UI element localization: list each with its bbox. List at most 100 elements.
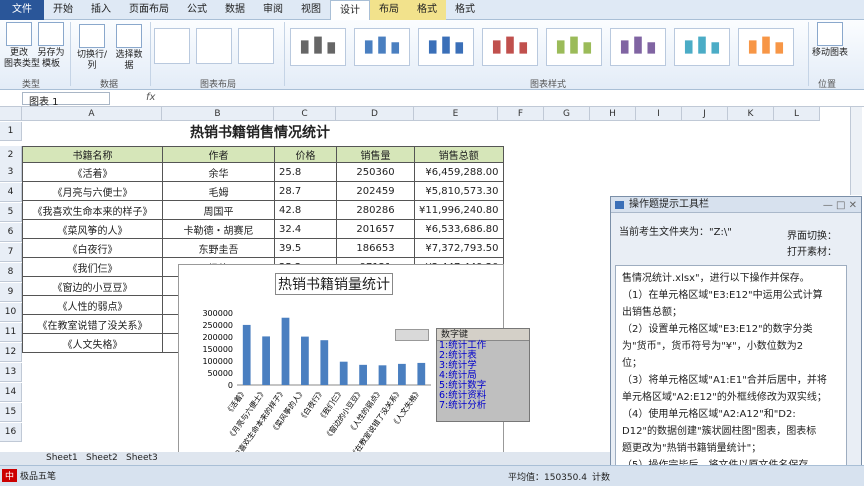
chart-bar[interactable]	[339, 361, 348, 385]
table-cell[interactable]: 《我喜欢生命本来的样子》	[22, 200, 163, 220]
table-cell[interactable]: 186653	[336, 238, 415, 258]
tab-3[interactable]: 页面布局	[120, 0, 178, 20]
row-header[interactable]: 16	[0, 423, 22, 442]
table-cell[interactable]: ¥5,810,573.30	[414, 181, 504, 201]
row-header[interactable]: 14	[0, 383, 22, 402]
table-cell[interactable]: 202459	[336, 181, 415, 201]
chart-style-1[interactable]	[290, 28, 346, 66]
row-header[interactable]: 15	[0, 403, 22, 422]
chart-bar[interactable]	[398, 363, 406, 385]
chart-bar[interactable]	[417, 362, 426, 385]
table-header-cell[interactable]: 作者	[162, 146, 275, 163]
tab-8[interactable]: 设计	[330, 0, 370, 20]
switch-row-col-button[interactable]: 切换行/列	[74, 24, 110, 72]
table-header-cell[interactable]: 销售总额	[414, 146, 504, 163]
save-template-button[interactable]: 另存为 模板	[36, 22, 66, 70]
table-cell[interactable]: ¥6,459,288.00	[414, 162, 504, 182]
ime-status-icon[interactable]: 中	[2, 469, 18, 482]
sheet-tab[interactable]: Sheet3	[126, 453, 158, 463]
column-header[interactable]: K	[728, 107, 774, 121]
chart-bar[interactable]	[242, 324, 251, 385]
row-header[interactable]: 7	[0, 243, 22, 262]
column-header[interactable]: F	[498, 107, 544, 121]
sheet-title[interactable]: 热销书籍销售情况统计	[22, 122, 498, 144]
chart-bar[interactable]	[281, 317, 290, 385]
table-cell[interactable]: 39.5	[274, 238, 337, 258]
select-data-button[interactable]: 选择数据	[112, 24, 146, 72]
chart-bar[interactable]	[378, 365, 387, 385]
table-cell[interactable]: ¥6,533,686.80	[414, 219, 504, 239]
tab-1[interactable]: 开始	[44, 0, 82, 20]
table-cell[interactable]: 25.8	[274, 162, 337, 182]
table-cell[interactable]: 《月亮与六便士》	[22, 181, 163, 201]
table-cell[interactable]: 《人文失格》	[22, 333, 163, 353]
column-header[interactable]: J	[682, 107, 728, 121]
table-header-cell[interactable]: 销售量	[336, 146, 415, 163]
ime-candidate-window[interactable]: 数字键 1:统计工作 2:统计表 3:统计学 4:统计局 5:统计数字 6:统计资料 7:统…	[436, 328, 530, 422]
ime-candidate[interactable]: 7:统计分析	[437, 401, 529, 411]
chart-style-3[interactable]	[418, 28, 474, 66]
hint-toolbar-panel[interactable]: 操作题提示工具栏 — □ ✕ 当前考生文件夹为："Z:\" 界面切换： 打开素材…	[610, 196, 862, 486]
table-cell[interactable]: 《我们仨》	[22, 257, 163, 277]
table-cell[interactable]: 201657	[336, 219, 415, 239]
open-material-label[interactable]: 打开素材：	[787, 243, 837, 258]
table-header-cell[interactable]: 书籍名称	[22, 146, 163, 163]
table-cell[interactable]: 250360	[336, 162, 415, 182]
table-cell[interactable]: ¥7,372,793.50	[414, 238, 504, 258]
name-box[interactable]: 图表 1	[22, 92, 110, 108]
tab-10[interactable]: 格式	[408, 0, 446, 20]
panel-window-controls[interactable]: — □ ✕	[823, 198, 857, 214]
table-cell[interactable]: 《白夜行》	[22, 238, 163, 258]
chart-style-6[interactable]	[610, 28, 666, 66]
select-all-corner[interactable]	[0, 107, 22, 121]
tab-0[interactable]: 文件	[0, 0, 44, 20]
table-cell[interactable]: 《在教室说错了没关系》	[22, 314, 163, 334]
ui-switch-label[interactable]: 界面切换：	[787, 227, 837, 242]
ime-name[interactable]: 极品五笔	[20, 469, 56, 482]
row-header[interactable]: 13	[0, 363, 22, 382]
column-header[interactable]: A	[22, 107, 162, 121]
layout-option-1[interactable]	[154, 28, 190, 64]
table-cell[interactable]: 周国平	[162, 200, 275, 220]
chart-style-8[interactable]	[738, 28, 794, 66]
row-header[interactable]: 12	[0, 343, 22, 362]
table-cell[interactable]: 余华	[162, 162, 275, 182]
table-cell[interactable]: 毛姆	[162, 181, 275, 201]
table-cell[interactable]: 《窗边的小豆豆》	[22, 276, 163, 296]
tab-4[interactable]: 公式	[178, 0, 216, 20]
column-header[interactable]: H	[590, 107, 636, 121]
column-header[interactable]: E	[414, 107, 498, 121]
table-cell[interactable]: 《菜风筝的人》	[22, 219, 163, 239]
table-cell[interactable]: 28.7	[274, 181, 337, 201]
row-header[interactable]: 4	[0, 183, 22, 202]
row-header[interactable]: 8	[0, 263, 22, 282]
chart-style-7[interactable]	[674, 28, 730, 66]
tab-9[interactable]: 布局	[370, 0, 408, 20]
chart-style-4[interactable]	[482, 28, 538, 66]
change-chart-type-button[interactable]: 更改 图表类型	[4, 22, 40, 70]
column-header[interactable]: C	[274, 107, 336, 121]
vertical-scrollbar[interactable]	[850, 107, 862, 195]
chart-bar[interactable]	[320, 340, 329, 385]
column-header[interactable]: D	[336, 107, 414, 121]
table-header-cell[interactable]: 价格	[274, 146, 337, 163]
chart-bar[interactable]	[301, 336, 309, 385]
chart-style-5[interactable]	[546, 28, 602, 66]
table-cell[interactable]: 42.8	[274, 200, 337, 220]
move-chart-button[interactable]: 移动图表	[812, 22, 848, 59]
table-cell[interactable]: 《活着》	[22, 162, 163, 182]
sheet-tab[interactable]: Sheet2	[86, 453, 118, 463]
column-header[interactable]: I	[636, 107, 682, 121]
column-header[interactable]: G	[544, 107, 590, 121]
row-header[interactable]: 10	[0, 303, 22, 322]
chart-bar[interactable]	[359, 364, 367, 385]
table-cell[interactable]: 280286	[336, 200, 415, 220]
column-header[interactable]: L	[774, 107, 820, 121]
tab-5[interactable]: 数据	[216, 0, 254, 20]
row-header[interactable]: 6	[0, 223, 22, 242]
sheet-tab[interactable]: Sheet1	[46, 453, 78, 463]
chart-style-2[interactable]	[354, 28, 410, 66]
row-header[interactable]: 9	[0, 283, 22, 302]
layout-option-3[interactable]	[238, 28, 274, 64]
tab-7[interactable]: 视图	[292, 0, 330, 20]
